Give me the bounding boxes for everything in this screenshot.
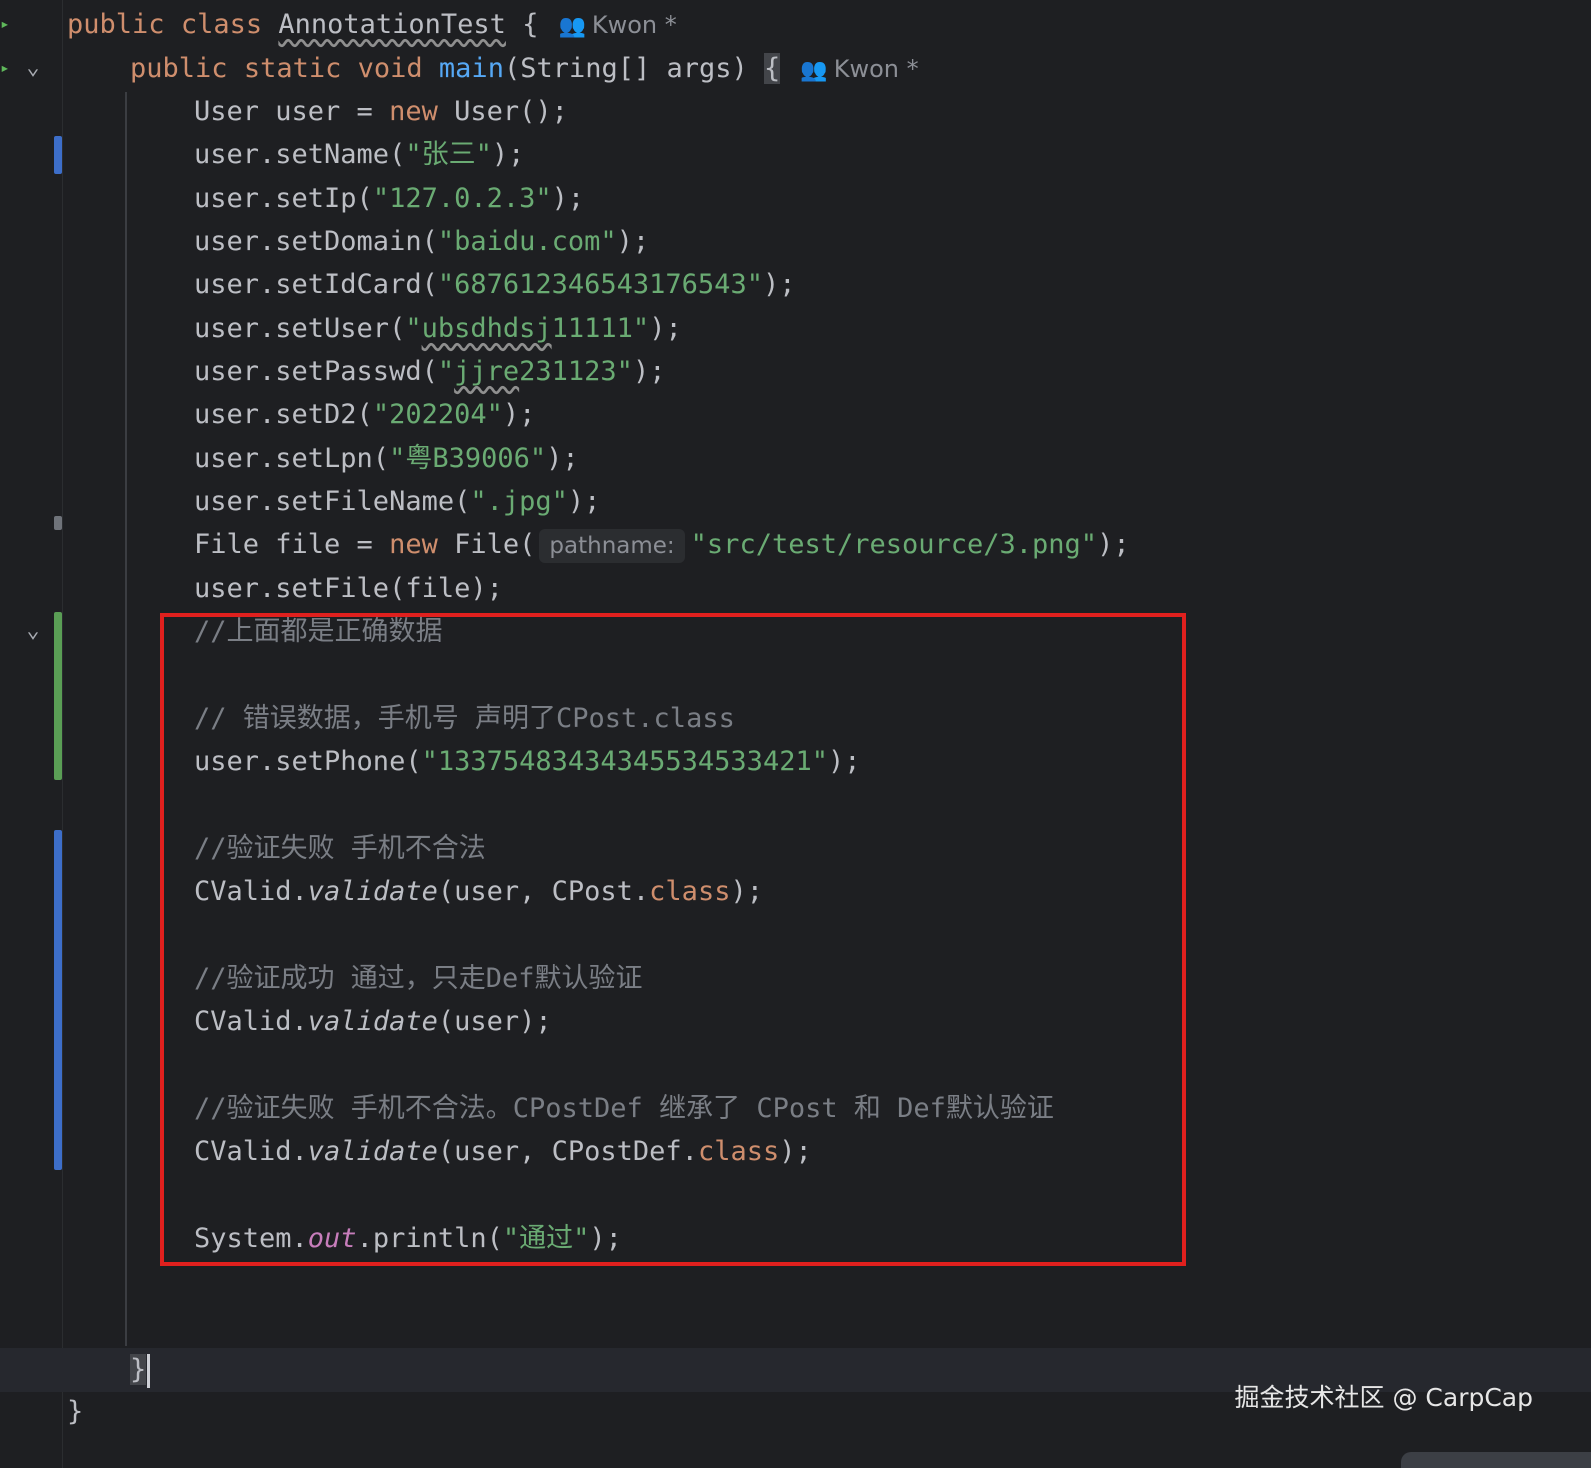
code-line[interactable]: user.setLpn("粤B39006"); (63, 437, 579, 481)
code-line[interactable]: user.setD2("202204"); (63, 393, 535, 437)
parameter-hint: pathname: (539, 528, 685, 563)
scrollbar-corner[interactable] (1401, 1452, 1591, 1468)
code-line[interactable]: user.setDomain("baidu.com"); (63, 220, 649, 264)
code-line[interactable]: CValid.validate(user, CPostDef.class); (63, 1130, 812, 1174)
watermark: 掘金技术社区 @ CarpCap (1234, 1383, 1533, 1412)
code-line-main-declaration[interactable]: public static void main(String[] args) {… (63, 47, 919, 91)
code-line[interactable]: user.setUser("ubsdhdsj11111"); (63, 307, 682, 351)
code-comment[interactable]: // 错误数据，手机号 声明了CPost.class (63, 697, 735, 741)
code-line-close-class[interactable]: } (63, 1390, 83, 1434)
code-line[interactable]: CValid.validate(user); (63, 1000, 552, 1044)
code-line[interactable]: user.setFile(file); (63, 567, 503, 611)
code-editor[interactable]: public class AnnotationTest {👥 Kwon * pub… (63, 0, 1591, 1468)
code-comment[interactable]: //验证成功 通过，只走Def默认验证 (63, 957, 643, 1001)
matched-brace: } (130, 1354, 147, 1385)
code-line[interactable]: System.out.println("通过"); (63, 1217, 622, 1261)
editor-gutter: ▸ ▸ ⌄ ⌄ (0, 0, 63, 1468)
run-triangle-icon[interactable]: ▸ (0, 58, 14, 78)
deleted-line-marker[interactable] (54, 516, 62, 530)
author-hint[interactable]: 👥 Kwon * (558, 11, 676, 39)
code-line[interactable]: user.setIp("127.0.2.3"); (63, 177, 584, 221)
code-line[interactable]: user.setFileName(".jpg"); (63, 480, 600, 524)
code-line[interactable]: user.setIdCard("687612346543176543"); (63, 263, 795, 307)
code-line-close-main[interactable]: } (63, 1348, 151, 1392)
method-name: main (438, 53, 504, 84)
code-line[interactable]: user.setPhone("13375483434345534533421")… (63, 740, 860, 784)
code-comment[interactable]: //验证失败 手机不合法。CPostDef 继承了 CPost 和 Def默认验… (63, 1087, 1054, 1131)
chevron-down-icon[interactable]: ⌄ (20, 618, 46, 644)
code-line[interactable]: CValid.validate(user, CPost.class); (63, 870, 763, 914)
code-comment[interactable]: //验证失败 手机不合法 (63, 827, 486, 871)
people-icon: 👥 (800, 58, 828, 83)
modified-lines-marker[interactable] (54, 830, 62, 1170)
author-hint[interactable]: 👥 Kwon * (800, 55, 918, 83)
text-caret (147, 1353, 151, 1388)
people-icon: 👥 (558, 14, 586, 39)
code-comment[interactable]: //上面都是正确数据 (63, 610, 443, 654)
chevron-down-icon[interactable]: ⌄ (20, 55, 46, 81)
class-name: AnnotationTest (278, 9, 506, 40)
added-lines-marker[interactable] (54, 612, 62, 780)
code-line[interactable]: File file = new File(pathname: "src/test/… (63, 523, 1130, 567)
code-line[interactable]: user.setPasswd("jjre231123"); (63, 350, 665, 394)
code-line[interactable]: User user = new User(); (63, 90, 568, 134)
modified-line-marker[interactable] (54, 136, 62, 174)
code-line-class-declaration[interactable]: public class AnnotationTest {👥 Kwon * (63, 3, 677, 47)
code-line[interactable]: user.setName("张三"); (63, 133, 524, 177)
run-triangle-icon[interactable]: ▸ (0, 14, 14, 34)
matched-brace: { (764, 53, 781, 84)
